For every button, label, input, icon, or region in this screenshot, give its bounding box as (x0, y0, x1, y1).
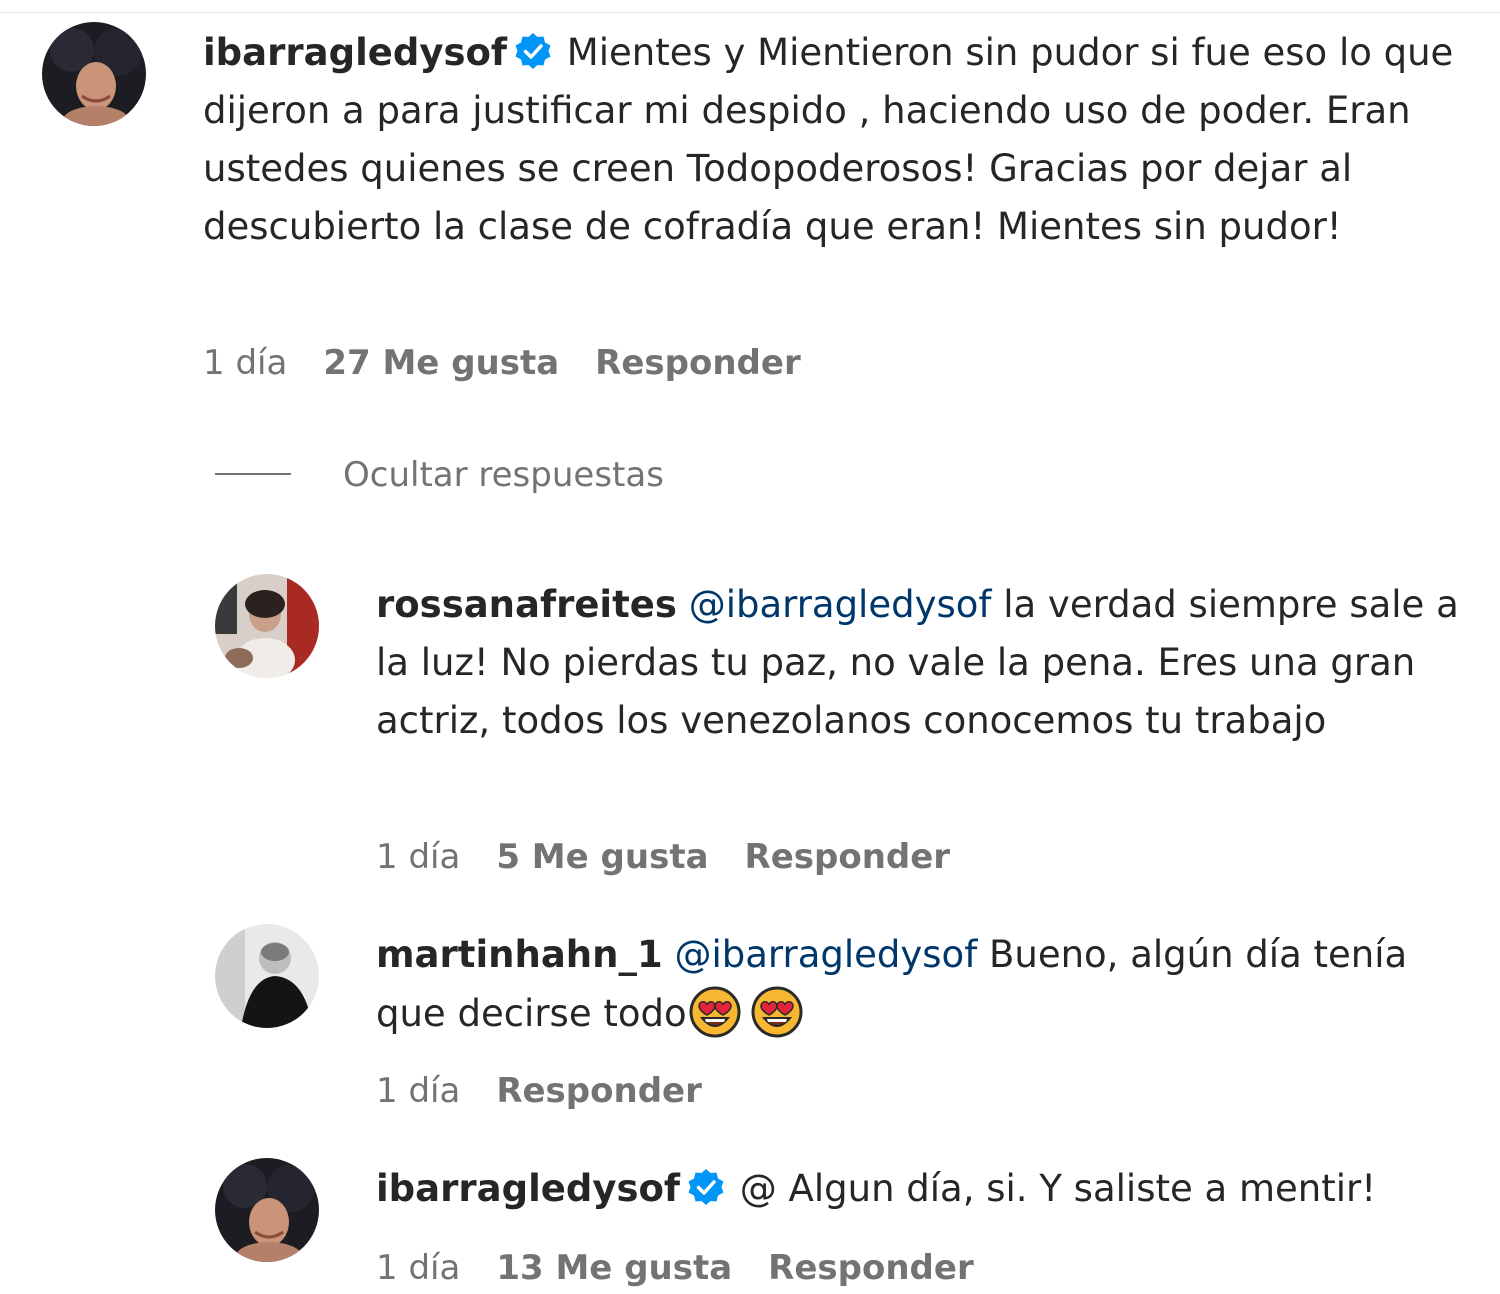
likes-count[interactable]: 13 Me gusta (496, 1248, 732, 1288)
avatar[interactable] (215, 1158, 319, 1262)
reply-meta: 1 día 5 Me gusta Responder (376, 837, 986, 877)
verified-badge-icon (688, 1169, 724, 1205)
reply-button[interactable]: Responder (768, 1248, 974, 1288)
reply-body: ibarragledysof @ Algun día, si. Y salist… (376, 1160, 1476, 1218)
likes-count[interactable]: 27 Me gusta (323, 343, 559, 383)
username[interactable]: martinhahn_1 (376, 933, 663, 976)
reply-button[interactable]: Responder (745, 837, 951, 877)
avatar[interactable] (215, 574, 319, 678)
mention-link[interactable]: @ibarragledysof (689, 583, 992, 626)
heart-eyes-emoji-icon (751, 986, 803, 1038)
comment-meta: 1 día 27 Me gusta Responder (203, 343, 837, 383)
hide-replies-button[interactable]: Ocultar respuestas (215, 455, 664, 495)
reply-button[interactable]: Responder (595, 343, 801, 383)
username[interactable]: rossanafreites (376, 583, 677, 626)
reply-body: martinhahn_1 @ibarragledysof Bueno, algú… (376, 926, 1476, 1043)
reply-meta: 1 día Responder (376, 1071, 738, 1111)
hide-replies-label: Ocultar respuestas (343, 455, 664, 495)
divider (0, 12, 1500, 13)
heart-eyes-emoji-icon (689, 986, 741, 1038)
avatar[interactable] (215, 924, 319, 1028)
verified-badge-icon (515, 33, 551, 69)
likes-count[interactable]: 5 Me gusta (496, 837, 708, 877)
reply-button[interactable]: Responder (496, 1071, 702, 1111)
username[interactable]: ibarragledysof (203, 31, 507, 74)
timestamp[interactable]: 1 día (203, 343, 287, 383)
username[interactable]: ibarragledysof (376, 1167, 680, 1210)
mention-link[interactable]: @ibarragledysof (674, 933, 977, 976)
timestamp[interactable]: 1 día (376, 1071, 460, 1111)
timestamp[interactable]: 1 día (376, 837, 460, 877)
timestamp[interactable]: 1 día (376, 1248, 460, 1288)
divider (215, 473, 291, 475)
reply-meta: 1 día 13 Me gusta Responder (376, 1248, 1010, 1288)
comment-body: ibarragledysof Mientes y Mientieron sin … (203, 24, 1463, 256)
avatar[interactable] (42, 22, 146, 126)
reply-text: @ Algun día, si. Y saliste a mentir! (739, 1167, 1377, 1210)
reply-body: rossanafreites @ibarragledysof la verdad… (376, 576, 1476, 750)
